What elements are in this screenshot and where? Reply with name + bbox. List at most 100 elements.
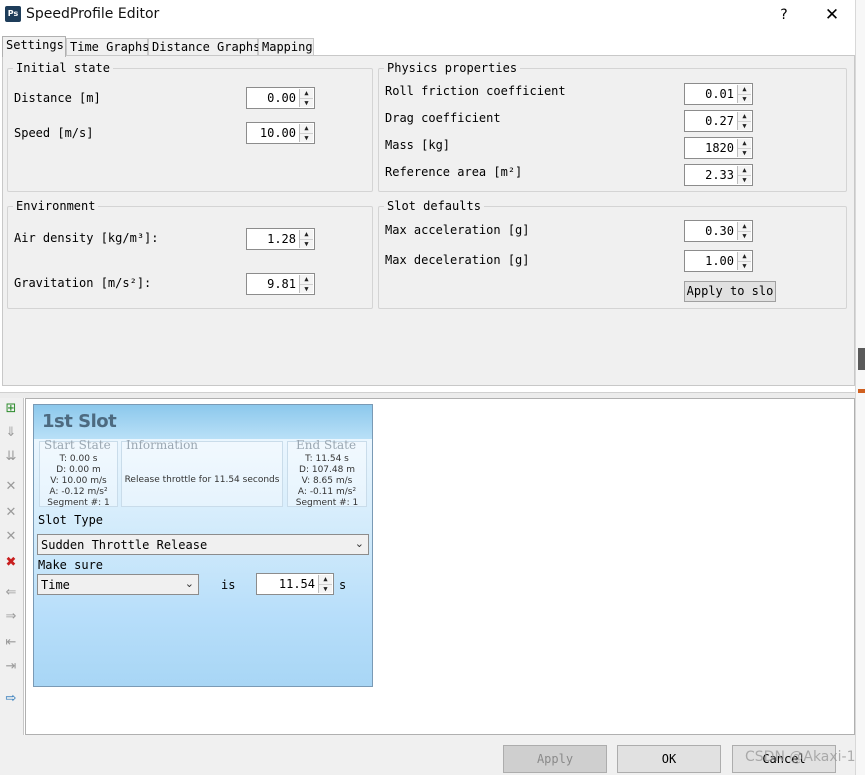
spin-arrows[interactable]: ▲ ▼ xyxy=(318,575,332,593)
distance-spinbox[interactable]: 0.00 ▲ ▼ xyxy=(246,87,315,109)
edge-mark xyxy=(858,348,865,370)
insert-after-icon[interactable]: ⇊ xyxy=(2,448,20,466)
spin-arrows[interactable]: ▲ ▼ xyxy=(299,275,313,293)
spin-up-icon[interactable]: ▲ xyxy=(738,252,751,261)
slot-type-value: Sudden Throttle Release xyxy=(41,538,208,552)
spin-up-icon[interactable]: ▲ xyxy=(738,85,751,94)
end-segment: Segment #: 1 xyxy=(295,498,359,508)
spin-up-icon[interactable]: ▲ xyxy=(300,275,313,284)
gravitation-value: 9.81 xyxy=(267,277,296,291)
make-sure-label: Make sure xyxy=(38,558,104,572)
delete-all-icon[interactable]: ✖ xyxy=(2,554,20,572)
speed-value: 10.00 xyxy=(259,126,296,140)
max-acceleration-label: Max acceleration [g] xyxy=(385,223,530,237)
tab-distance-graphs[interactable]: Distance Graphs xyxy=(148,38,260,56)
help-button[interactable]: ? xyxy=(770,4,798,26)
spin-down-icon[interactable]: ▼ xyxy=(300,239,313,248)
app-icon: Ps xyxy=(5,6,21,22)
chevron-down-icon: ⌄ xyxy=(184,577,194,590)
mass-value: 1820 xyxy=(705,141,734,155)
start-acceleration: A: -0.12 m/s² xyxy=(49,487,108,497)
delete-prev-icon[interactable]: ✕ xyxy=(2,528,20,546)
spin-down-icon[interactable]: ▼ xyxy=(738,261,751,270)
gravitation-spinbox[interactable]: 9.81 ▲ ▼ xyxy=(246,273,315,295)
spin-down-icon[interactable]: ▼ xyxy=(738,121,751,130)
add-slot-icon[interactable]: ⊞ xyxy=(2,400,20,418)
apply-to-slots-button[interactable]: Apply to slo xyxy=(684,281,776,302)
distance-value: 0.00 xyxy=(267,91,296,105)
spin-up-icon[interactable]: ▲ xyxy=(300,89,313,98)
max-deceleration-spinbox[interactable]: 1.00 ▲ ▼ xyxy=(684,250,753,272)
spin-down-icon[interactable]: ▼ xyxy=(319,584,332,593)
tab-settings[interactable]: Settings xyxy=(2,36,66,57)
spin-up-icon[interactable]: ▲ xyxy=(319,575,332,584)
air-density-label: Air density [kg/m³]: xyxy=(14,231,159,245)
max-deceleration-label: Max deceleration [g] xyxy=(385,253,530,267)
condition-select[interactable]: Time ⌄ xyxy=(37,574,199,595)
spin-up-icon[interactable]: ▲ xyxy=(738,222,751,231)
start-state-heading: Start State xyxy=(44,438,111,452)
roll-friction-spinbox[interactable]: 0.01 ▲ ▼ xyxy=(684,83,753,105)
spin-arrows[interactable]: ▲ ▼ xyxy=(737,139,751,157)
slot-card[interactable]: 1st Slot Start State T: 0.00 s D: 0.00 m… xyxy=(33,404,373,687)
spin-up-icon[interactable]: ▲ xyxy=(300,124,313,133)
move-first-icon[interactable]: ⇤ xyxy=(2,634,20,652)
target-value-spinbox[interactable]: 11.54 ▲ ▼ xyxy=(256,573,334,595)
window-title: SpeedProfile Editor xyxy=(26,6,160,22)
spin-arrows[interactable]: ▲ ▼ xyxy=(299,124,313,142)
spin-up-icon[interactable]: ▲ xyxy=(738,166,751,175)
spin-down-icon[interactable]: ▼ xyxy=(738,94,751,103)
spin-down-icon[interactable]: ▼ xyxy=(300,133,313,142)
spin-arrows[interactable]: ▲ ▼ xyxy=(737,166,751,184)
drag-coefficient-spinbox[interactable]: 0.27 ▲ ▼ xyxy=(684,110,753,132)
spin-up-icon[interactable]: ▲ xyxy=(738,139,751,148)
speed-spinbox[interactable]: 10.00 ▲ ▼ xyxy=(246,122,315,144)
ok-button[interactable]: OK xyxy=(617,745,721,773)
move-left-icon[interactable]: ⇐ xyxy=(2,584,20,602)
spin-down-icon[interactable]: ▼ xyxy=(300,284,313,293)
end-time: T: 11.54 s xyxy=(305,454,349,464)
mass-label: Mass [kg] xyxy=(385,138,451,152)
settings-pane: Initial state Distance [m] 0.00 ▲ ▼ Speed… xyxy=(2,55,855,386)
roll-friction-value: 0.01 xyxy=(705,87,734,101)
spin-up-icon[interactable]: ▲ xyxy=(300,230,313,239)
air-density-spinbox[interactable]: 1.28 ▲ ▼ xyxy=(246,228,315,250)
export-icon[interactable]: ⇨ xyxy=(2,690,20,708)
slot-type-select[interactable]: Sudden Throttle Release ⌄ xyxy=(37,534,369,555)
close-button[interactable]: ✕ xyxy=(815,4,849,26)
start-distance: D: 0.00 m xyxy=(56,465,101,475)
start-speed: V: 10.00 m/s xyxy=(50,476,107,486)
move-last-icon[interactable]: ⇥ xyxy=(2,658,20,676)
spin-down-icon[interactable]: ▼ xyxy=(738,231,751,240)
dialog-button-bar xyxy=(0,735,855,775)
apply-button[interactable]: Apply xyxy=(503,745,607,773)
delete-next-icon[interactable]: ✕ xyxy=(2,504,20,522)
speed-label: Speed [m/s] xyxy=(14,126,94,140)
mass-spinbox[interactable]: 1820 ▲ ▼ xyxy=(684,137,753,159)
air-density-value: 1.28 xyxy=(267,232,296,246)
spin-arrows[interactable]: ▲ ▼ xyxy=(737,112,751,130)
spin-arrows[interactable]: ▲ ▼ xyxy=(299,89,313,107)
spin-arrows[interactable]: ▲ ▼ xyxy=(737,85,751,103)
spin-arrows[interactable]: ▲ ▼ xyxy=(299,230,313,248)
delete-slot-icon[interactable]: ✕ xyxy=(2,478,20,496)
spin-down-icon[interactable]: ▼ xyxy=(300,98,313,107)
spin-down-icon[interactable]: ▼ xyxy=(738,175,751,184)
target-value: 11.54 xyxy=(278,577,315,591)
insert-slot-icon[interactable]: ⇓ xyxy=(2,424,20,442)
tab-time-graphs[interactable]: Time Graphs xyxy=(66,38,149,56)
distance-label: Distance [m] xyxy=(14,91,101,105)
spin-up-icon[interactable]: ▲ xyxy=(738,112,751,121)
tab-mapping[interactable]: Mapping xyxy=(258,38,314,56)
move-right-icon[interactable]: ⇒ xyxy=(2,608,20,626)
spin-arrows[interactable]: ▲ ▼ xyxy=(737,222,751,240)
edge-mark xyxy=(858,389,865,393)
reference-area-value: 2.33 xyxy=(705,168,734,182)
spin-down-icon[interactable]: ▼ xyxy=(738,148,751,157)
watermark: CSDN @Akaxi-1 xyxy=(745,749,856,765)
spin-arrows[interactable]: ▲ ▼ xyxy=(737,252,751,270)
environment-group: Environment Air density [kg/m³]: 1.28 ▲ ▼… xyxy=(7,199,373,309)
max-acceleration-spinbox[interactable]: 0.30 ▲ ▼ xyxy=(684,220,753,242)
reference-area-spinbox[interactable]: 2.33 ▲ ▼ xyxy=(684,164,753,186)
chevron-down-icon: ⌄ xyxy=(354,537,364,550)
